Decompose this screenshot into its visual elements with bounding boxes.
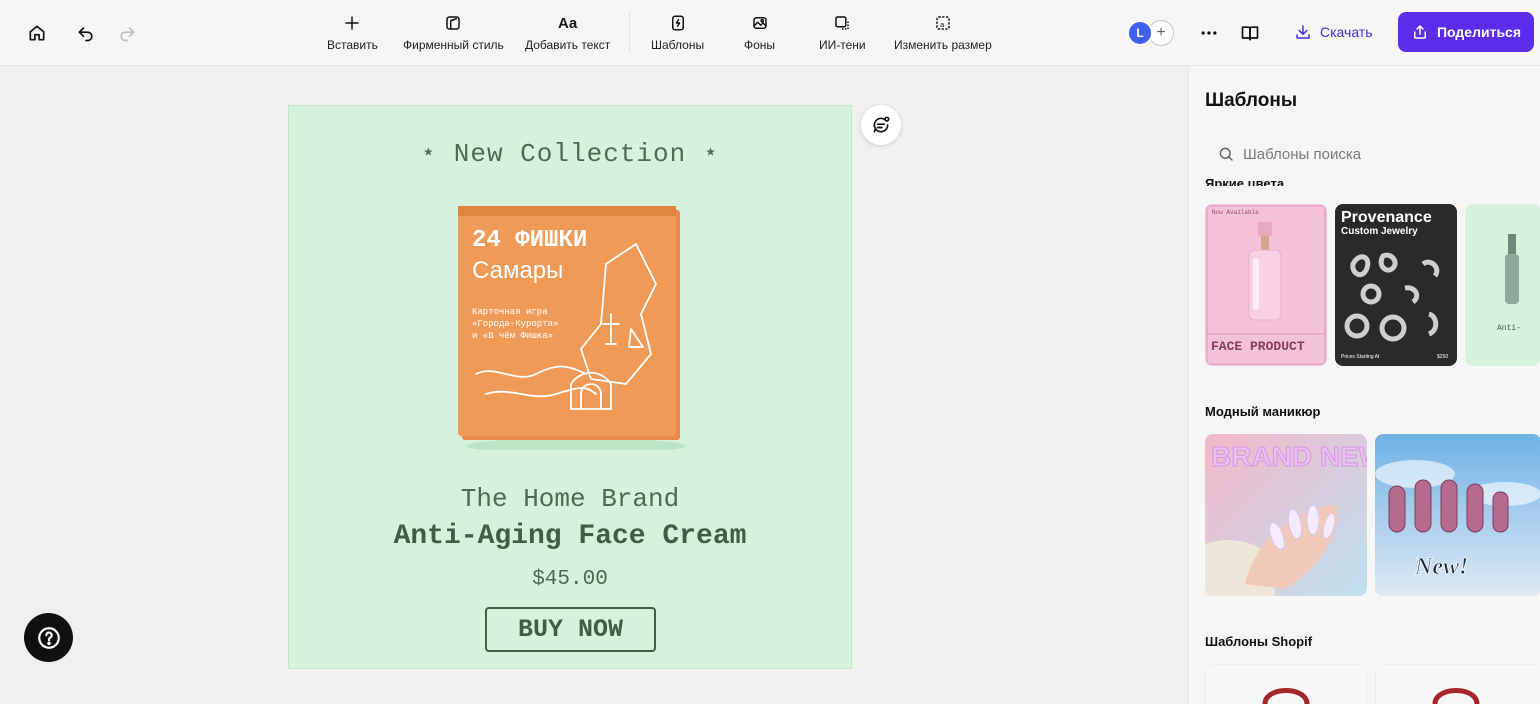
thumb-text: Prices Starting At (1341, 354, 1380, 360)
tool-label: Изменить размер (894, 38, 992, 52)
template-thumb-shopify-2[interactable] (1375, 664, 1540, 704)
book-icon (1241, 26, 1259, 41)
section-label-shopify: Шаблоны Shopif (1205, 634, 1313, 649)
tool-insert[interactable]: Вставить (327, 12, 378, 52)
panel-title: Шаблоны (1205, 90, 1298, 111)
comment-add-icon (873, 116, 890, 133)
tool-label: Добавить текст (525, 38, 611, 52)
redo-button[interactable] (110, 16, 144, 50)
avatar[interactable]: L (1127, 20, 1153, 46)
download-button[interactable]: Скачать (1286, 14, 1381, 50)
box-desc-1: Карточная игра (472, 307, 548, 317)
product-box-image[interactable]: 24 ФИШКИ Самары Карточная игра «Города-К… (456, 204, 686, 450)
tool-label: Шаблоны (651, 38, 705, 52)
template-thumb-shopify-1[interactable] (1205, 664, 1367, 704)
section-label-bright-colors: Яркие цвета (1205, 176, 1285, 186)
templates-panel: Шаблоны Яркие цвета Now Available FACE P… (1188, 66, 1540, 704)
tool-label: ИИ-тени (819, 38, 866, 52)
tool-label: Фоны (744, 38, 776, 52)
tool-resize[interactable]: a Изменить размер (894, 12, 992, 52)
home-button[interactable] (20, 16, 54, 50)
design-artboard[interactable]: ⋆ New Collection ⋆ 24 ФИШКИ Самары Карто… (288, 105, 852, 669)
section-label-manicure: Модный маникюр (1205, 404, 1321, 419)
download-icon (1296, 25, 1310, 39)
tool-add-text[interactable]: Aa Добавить текст (525, 12, 611, 53)
box-title: 24 ФИШКИ (472, 227, 587, 254)
tool-backgrounds[interactable]: Фоны (744, 12, 775, 52)
thumb-text: Custom Jewelry (1341, 226, 1418, 237)
design-buy-button[interactable]: BUY NOW (485, 607, 656, 652)
template-thumb-provenance[interactable]: Provenance Custom Jewelry Prices Startin… (1335, 204, 1457, 366)
tool-brand-kit[interactable]: Фирменный стиль (403, 12, 504, 52)
box-desc-2: «Города-Курорта» (472, 319, 558, 329)
template-search[interactable] (1205, 135, 1525, 173)
ai-shadow-icon (835, 16, 850, 30)
design-price[interactable]: $45.00 (289, 568, 851, 591)
brand-kit-icon (446, 16, 461, 30)
backgrounds-icon (752, 17, 767, 29)
thumb-text: Anti- (1497, 324, 1521, 333)
share-button[interactable]: Поделиться (1398, 12, 1534, 52)
box-desc-3: и «В чём Фишка» (472, 331, 553, 341)
plus-icon (345, 16, 360, 30)
comment-button[interactable] (861, 105, 901, 145)
tool-templates[interactable]: Шаблоны (651, 12, 704, 52)
design-product-name[interactable]: Anti-Aging Face Cream (289, 521, 851, 552)
tool-ai-shadows[interactable]: ИИ-тени (819, 12, 866, 52)
plus-icon: + (1156, 24, 1166, 41)
template-thumb-green[interactable]: Anti- (1465, 204, 1540, 366)
templates-icon (671, 15, 684, 31)
design-brand[interactable]: The Home Brand (289, 484, 851, 514)
redo-icon (120, 27, 135, 42)
box-subtitle: Самары (472, 257, 563, 284)
search-icon (1219, 147, 1233, 161)
undo-icon (78, 27, 93, 42)
thumb-text: FACE PRODUCT (1211, 339, 1305, 354)
help-button[interactable] (24, 613, 73, 662)
help-icon (37, 626, 60, 649)
thumb-text: BRAND NEW (1211, 441, 1367, 472)
search-input[interactable] (1243, 145, 1493, 163)
undo-button[interactable] (69, 16, 103, 50)
more-button[interactable] (1192, 16, 1226, 50)
design-headline[interactable]: ⋆ New Collection ⋆ (289, 138, 851, 169)
thumb-text: New! (1414, 554, 1468, 580)
panel-toggle-button[interactable] (1233, 16, 1267, 50)
resize-icon: a (936, 16, 950, 30)
thumb-text: Provenance (1341, 209, 1432, 226)
svg-text:a: a (940, 20, 945, 29)
thumb-text: $250 (1437, 354, 1448, 360)
thumb-text: Now Available (1212, 209, 1259, 216)
text-icon: Aa (558, 14, 578, 32)
toolbar-divider (629, 12, 630, 52)
download-label: Скачать (1320, 24, 1373, 40)
template-thumb-face-product[interactable]: Now Available FACE PRODUCT (1205, 204, 1327, 366)
template-thumb-new-nails[interactable]: New! (1375, 434, 1540, 596)
share-icon (1413, 25, 1426, 39)
template-thumb-brand-new[interactable]: BRAND NEW (1205, 434, 1367, 596)
more-dots-icon (1201, 31, 1217, 35)
tool-label: Вставить (327, 38, 378, 52)
home-icon (29, 25, 45, 41)
top-toolbar: Вставить Фирменный стиль Aa Добавить тек… (0, 0, 1540, 66)
tool-label: Фирменный стиль (403, 38, 504, 52)
share-label: Поделиться (1436, 24, 1522, 40)
